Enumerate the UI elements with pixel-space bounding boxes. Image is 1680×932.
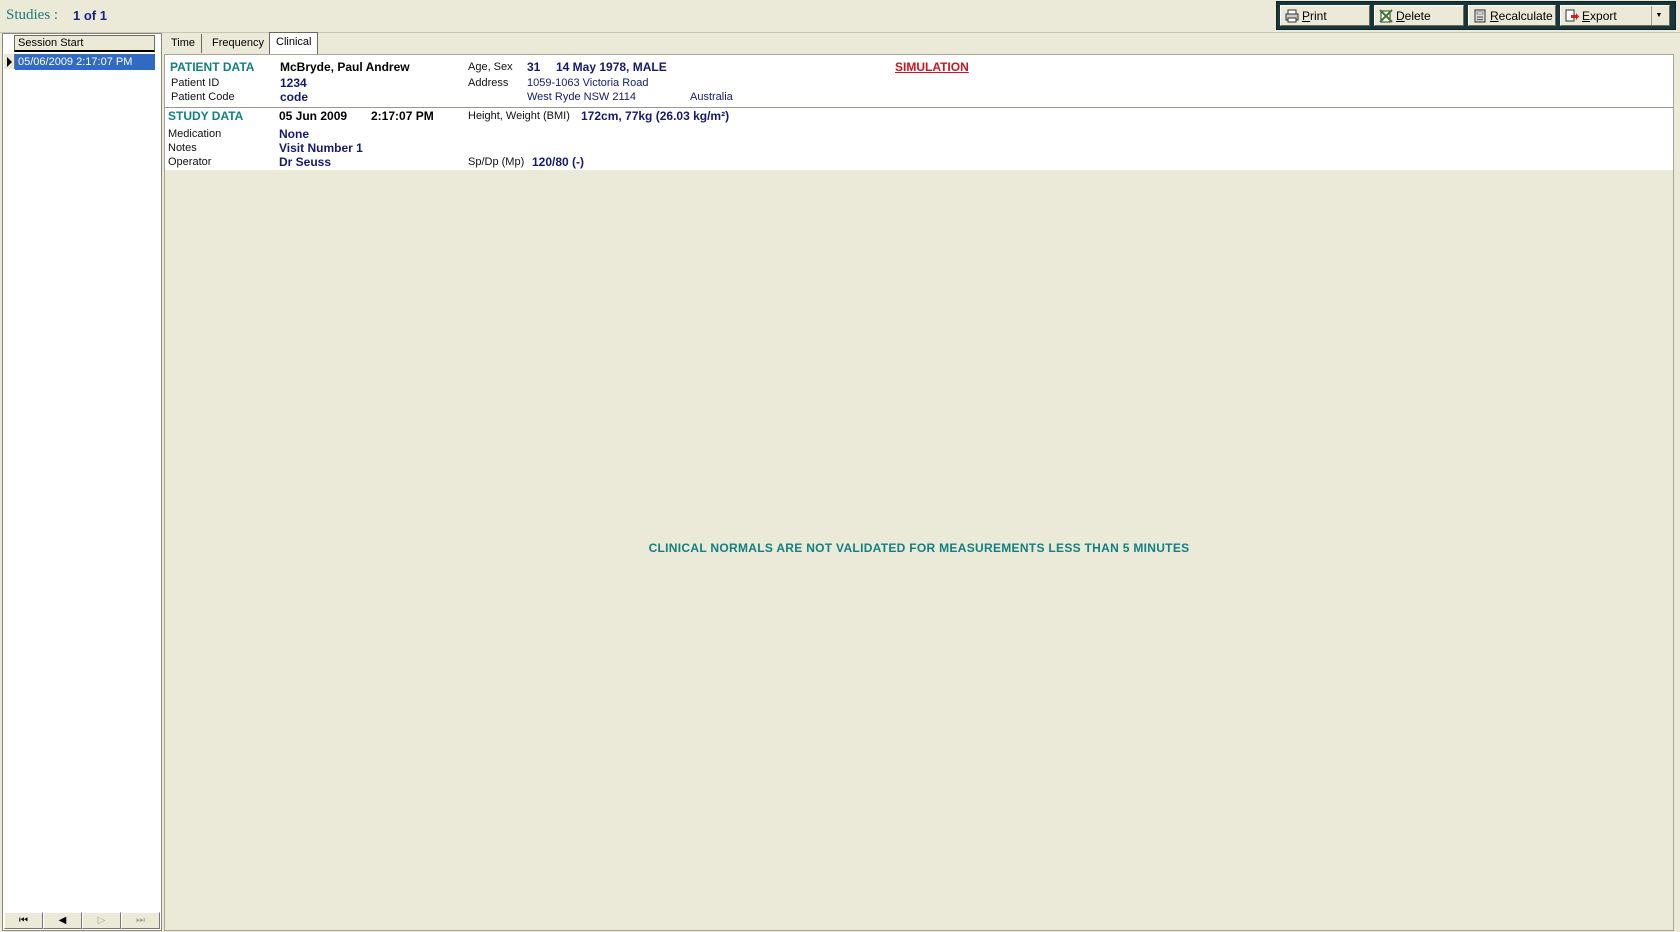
- export-icon: [1565, 9, 1579, 21]
- first-icon: ⏮: [19, 915, 28, 926]
- next-record-button[interactable]: ▷: [82, 912, 121, 929]
- study-time: 2:17:07 PM: [371, 109, 434, 123]
- delete-icon: [1379, 8, 1393, 23]
- patient-name: McBryde, Paul Andrew: [280, 60, 410, 74]
- patient-code: code: [280, 90, 309, 104]
- export-button[interactable]: Export ▼: [1560, 5, 1670, 26]
- bp-label: Sp/Dp (Mp): [468, 156, 525, 168]
- recalculate-button[interactable]: Recalculate: [1468, 5, 1556, 26]
- notes-label: Notes: [168, 142, 197, 154]
- patient-id: 1234: [280, 76, 307, 90]
- age-sex-label: Age, Sex: [468, 61, 513, 73]
- height-weight-value: 172cm, 77kg (26.03 kg/m²): [581, 109, 730, 123]
- delete-button[interactable]: Delete: [1374, 5, 1464, 26]
- calculator-icon: [1474, 9, 1486, 22]
- first-record-button[interactable]: ⏮: [4, 912, 43, 929]
- prev-icon: ◀: [58, 915, 67, 926]
- operator-value: Dr Seuss: [279, 155, 332, 169]
- recalculate-label: Recalculate: [1490, 8, 1553, 23]
- address-country: Australia: [690, 91, 733, 103]
- export-label: Export: [1582, 8, 1617, 23]
- printer-icon: [1285, 9, 1299, 22]
- patient-dob-sex: 14 May 1978, MALE: [556, 60, 667, 74]
- print-label: Print: [1302, 8, 1327, 23]
- current-row-indicator-icon: [4, 54, 15, 69]
- tab-frequency[interactable]: Frequency: [206, 34, 271, 53]
- studies-count: 1 of 1: [73, 8, 107, 23]
- address-line1: 1059-1063 Victoria Road: [527, 77, 649, 89]
- study-date: 05 Jun 2009: [279, 109, 348, 123]
- tab-time[interactable]: Time: [165, 34, 203, 53]
- height-weight-label: Height, Weight (BMI): [468, 110, 570, 122]
- export-dropdown-arrow-icon[interactable]: ▼: [1651, 6, 1666, 25]
- delete-label: Delete: [1396, 8, 1431, 23]
- toolbar: Print Delete Recalculate Export ▼: [1276, 1, 1676, 30]
- last-icon: ⏭: [136, 915, 145, 926]
- section-divider: [165, 107, 1673, 108]
- last-record-button[interactable]: ⏭: [121, 912, 160, 929]
- operator-label: Operator: [168, 156, 212, 168]
- studies-label: Studies :: [6, 7, 59, 23]
- patient-code-label: Patient Code: [171, 91, 235, 103]
- address-label: Address: [468, 77, 509, 89]
- session-row[interactable]: 05/06/2009 2:17:07 PM: [15, 54, 155, 70]
- record-navigator: ⏮ ◀ ▷ ⏭: [4, 912, 160, 930]
- study-data-title: STUDY DATA: [168, 109, 244, 123]
- tab-clinical[interactable]: Clinical: [269, 32, 319, 54]
- medication-label: Medication: [168, 128, 222, 140]
- bp-value: 120/80 (-): [532, 155, 585, 169]
- clinical-panel: [164, 54, 1674, 931]
- medication-value: None: [279, 127, 309, 141]
- session-start-column-header[interactable]: Session Start: [14, 35, 155, 52]
- patient-age: 31: [527, 60, 541, 74]
- next-icon: ▷: [97, 915, 106, 926]
- address-line2: West Ryde NSW 2114: [527, 91, 637, 103]
- simulation-label: SIMULATION: [895, 60, 969, 74]
- notes-value: Visit Number 1: [279, 141, 363, 155]
- session-list[interactable]: [2, 33, 162, 931]
- clinical-normals-message: CLINICAL NORMALS ARE NOT VALIDATED FOR M…: [648, 541, 1190, 555]
- prev-record-button[interactable]: ◀: [43, 912, 82, 929]
- print-button[interactable]: Print: [1280, 5, 1370, 26]
- patient-id-label: Patient ID: [171, 77, 220, 89]
- patient-data-title: PATIENT DATA: [170, 60, 255, 74]
